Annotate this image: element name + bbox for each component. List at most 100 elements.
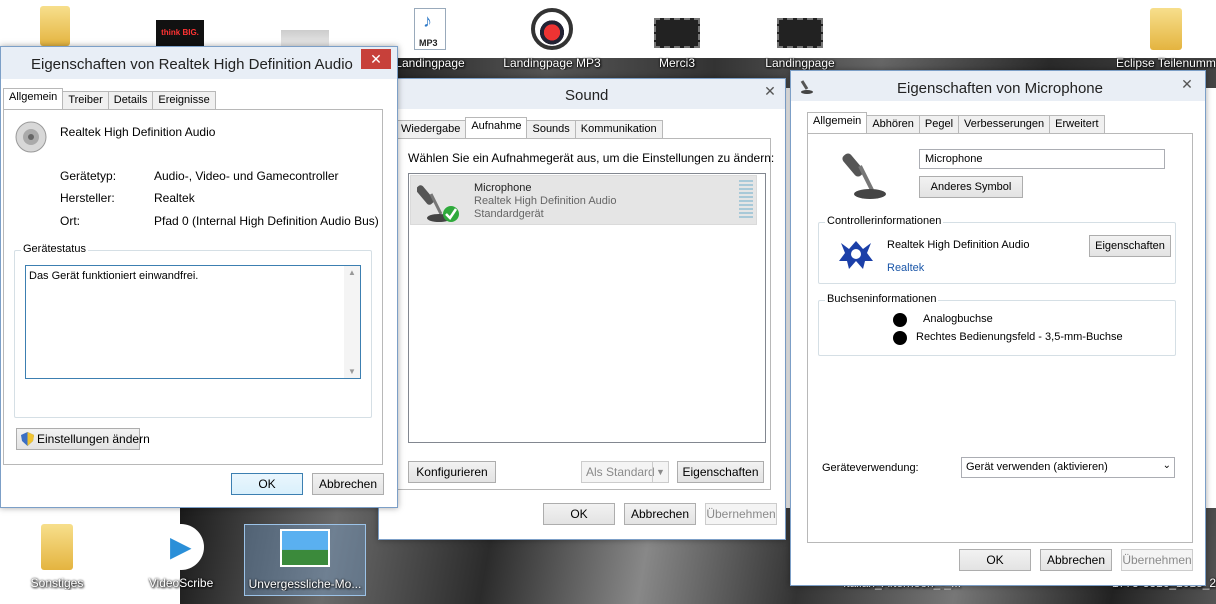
title-bar[interactable]: Eigenschaften von Microphone ✕	[791, 71, 1205, 101]
ok-button[interactable]: OK	[959, 549, 1031, 571]
ok-button[interactable]: OK	[543, 503, 615, 525]
device-list[interactable]: Microphone Realtek High Definition Audio…	[408, 173, 766, 443]
change-icon-button[interactable]: Anderes Symbol	[919, 176, 1023, 198]
close-button[interactable]: ✕	[361, 49, 391, 69]
desktop-icon-landingpage-video[interactable]: Landingpage	[745, 18, 855, 70]
tab-erweitert[interactable]: Erweitert	[1049, 115, 1105, 133]
status-text: Das Gerät funktioniert einwandfrei.	[29, 270, 199, 282]
desktop-icon-label: Merci3	[658, 56, 695, 70]
desktop-icon-unvergessliche[interactable]: Unvergessliche-Mo...	[244, 524, 366, 596]
tab-treiber[interactable]: Treiber	[62, 91, 109, 109]
desktop-icon-merci3[interactable]: Merci3	[622, 18, 732, 70]
tab-pegel[interactable]: Pegel	[918, 115, 960, 133]
set-default-button[interactable]: Als Standard ▼	[581, 461, 669, 483]
microphone-small-icon	[799, 78, 815, 94]
status-textarea[interactable]: Das Gerät funktioniert einwandfrei. ▲ ▼	[25, 265, 361, 379]
device-name-input[interactable]: Microphone	[919, 149, 1165, 169]
folder-icon	[40, 6, 70, 46]
cancel-button[interactable]: Abbrechen	[312, 473, 384, 495]
desktop-icon-videoscribe[interactable]: ▶ VideoScribe	[126, 524, 236, 590]
desktop-icon-landingpage-mp3[interactable]: Landingpage MP3	[497, 8, 607, 70]
controller-name: Realtek High Definition Audio	[887, 239, 1030, 251]
desktop-icon-folder[interactable]	[0, 6, 110, 46]
jack-dot-icon	[893, 313, 907, 327]
apply-button[interactable]: Übernehmen	[705, 503, 777, 525]
tab-allgemein[interactable]: Allgemein	[807, 112, 868, 133]
change-settings-button[interactable]: Einstellungen ändern	[16, 428, 150, 450]
tab-panel: Microphone Anderes Symbol Controllerinfo…	[807, 133, 1193, 543]
location-label: Ort:	[60, 214, 80, 228]
title-bar[interactable]: Eigenschaften von Realtek High Definitio…	[1, 47, 397, 79]
speaker-icon	[14, 120, 48, 154]
folder-icon	[41, 524, 73, 570]
change-settings-label: Einstellungen ändern	[37, 432, 150, 446]
configure-button[interactable]: Konfigurieren	[408, 461, 496, 483]
ok-button[interactable]: OK	[231, 473, 303, 495]
jack-dot-icon	[893, 331, 907, 345]
title-bar[interactable]: Sound ✕	[379, 79, 785, 109]
window-title: Sound	[565, 87, 609, 104]
properties-button[interactable]: Eigenschaften	[677, 461, 764, 483]
close-button[interactable]: ✕	[754, 81, 786, 101]
usage-select[interactable]: Gerät verwenden (aktivieren) ⌄	[961, 457, 1175, 478]
tab-strip: Allgemein Abhören Pegel Verbesserungen E…	[807, 112, 1105, 133]
scrollbar[interactable]: ▲ ▼	[344, 266, 360, 378]
desktop-icon-thinkbig[interactable]: think BIG.	[125, 20, 235, 46]
cancel-button[interactable]: Abbrechen	[1040, 549, 1112, 571]
device-properties-window: Eigenschaften von Realtek High Definitio…	[0, 46, 398, 508]
usage-label: Geräteverwendung:	[822, 462, 919, 474]
tab-allgemein[interactable]: Allgemein	[3, 88, 64, 109]
tab-verbesserungen[interactable]: Verbesserungen	[958, 115, 1051, 133]
video-file-icon	[777, 18, 823, 48]
uac-shield-icon	[21, 432, 34, 446]
audacity-icon	[531, 8, 573, 50]
controller-vendor-link[interactable]: Realtek	[887, 262, 924, 274]
chevron-down-icon: ▼	[652, 462, 668, 482]
tab-aufnahme[interactable]: Aufnahme	[465, 117, 528, 138]
group-title: Controllerinformationen	[825, 215, 944, 227]
tab-details[interactable]: Details	[107, 91, 154, 109]
close-button[interactable]: ✕	[1171, 74, 1203, 94]
thinkbig-thumbnail-icon: think BIG.	[156, 20, 204, 46]
desktop-icon-label: Unvergessliche-Mo...	[248, 577, 362, 591]
tab-abhoeren[interactable]: Abhören	[866, 115, 920, 133]
desktop-icon-label: Sonstiges	[30, 576, 84, 590]
group-title: Buchseninformationen	[825, 293, 939, 305]
set-default-label: Als Standard	[586, 465, 655, 479]
mp3-file-icon: ♪ MP3	[414, 8, 446, 50]
manufacturer-value: Realtek	[154, 191, 195, 205]
tab-kommunikation[interactable]: Kommunikation	[574, 120, 663, 138]
cancel-button[interactable]: Abbrechen	[624, 503, 696, 525]
device-name: Realtek High Definition Audio	[60, 125, 216, 139]
level-meter	[739, 180, 753, 220]
sound-window: Sound ✕ Wiedergabe Aufnahme Sounds Kommu…	[378, 78, 786, 540]
instruction-text: Wählen Sie ein Aufnahmegerät aus, um die…	[408, 151, 775, 165]
tab-sounds[interactable]: Sounds	[526, 120, 576, 138]
device-status: Standardgerät	[474, 208, 544, 220]
desktop-icon-label: Landingpage	[765, 56, 835, 70]
desktop-icon-eclipse[interactable]: Eclipse Teilenumm	[1116, 8, 1216, 70]
tab-panel: Realtek High Definition Audio Gerätetyp:…	[3, 109, 383, 465]
controller-properties-button[interactable]: Eigenschaften	[1089, 235, 1171, 257]
video-file-icon	[654, 18, 700, 48]
microphone-icon	[842, 148, 892, 200]
tab-strip: Allgemein Treiber Details Ereignisse	[3, 88, 216, 109]
jack-analog: Analogbuchse	[923, 313, 993, 325]
device-status-group: Gerätestatus Das Gerät funktioniert einw…	[14, 243, 372, 418]
group-title: Gerätestatus	[21, 243, 88, 255]
device-name-value: Microphone	[925, 153, 983, 165]
apply-button[interactable]: Übernehmen	[1121, 549, 1193, 571]
zip-folder-icon	[1150, 8, 1182, 50]
desktop-icon-label: Eclipse Teilenumm	[1116, 56, 1216, 70]
desktop-icon-label: VideoScribe	[148, 576, 214, 590]
device-item-microphone[interactable]: Microphone Realtek High Definition Audio…	[410, 175, 757, 225]
tab-strip: Wiedergabe Aufnahme Sounds Kommunikation	[395, 117, 663, 138]
scroll-down-icon[interactable]: ▼	[348, 367, 356, 376]
device-driver: Realtek High Definition Audio	[474, 195, 617, 207]
microphone-icon	[416, 178, 461, 224]
tab-ereignisse[interactable]: Ereignisse	[152, 91, 216, 109]
tab-wiedergabe[interactable]: Wiedergabe	[395, 120, 467, 138]
device-type-label: Gerätetyp:	[60, 169, 117, 183]
scroll-up-icon[interactable]: ▲	[348, 268, 356, 277]
desktop-icon-sonstiges[interactable]: Sonstiges	[2, 524, 112, 590]
